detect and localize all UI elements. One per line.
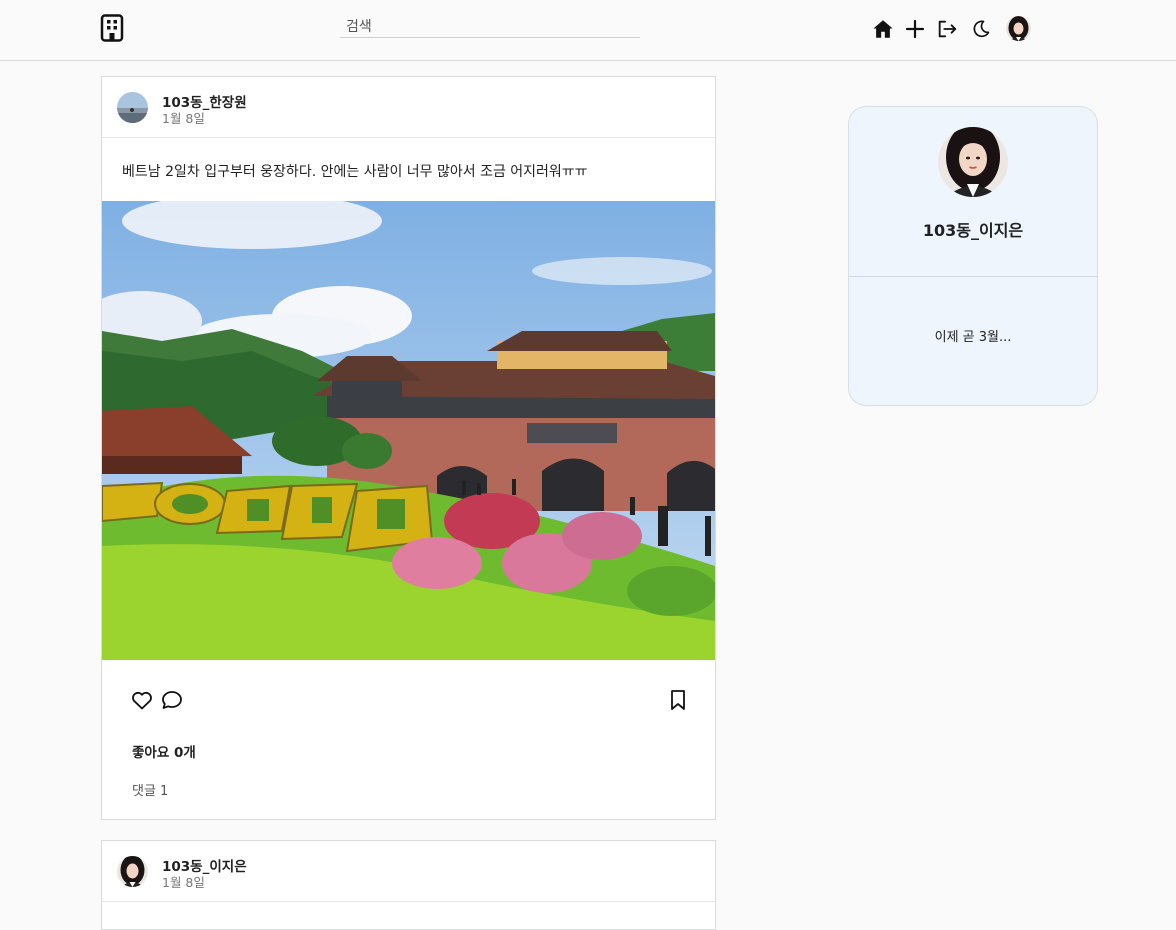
post-text: 베트남 2일차 입구부터 웅장하다. 안에는 사람이 너무 많아서 조금 어지러… — [122, 164, 588, 180]
profile-status: 이제 곧 3월... — [934, 330, 1012, 345]
post-actions — [102, 685, 715, 719]
feed-post: 103동_이지은 1월 8일 — [101, 840, 716, 930]
search-input[interactable] — [340, 16, 640, 38]
plus-icon[interactable] — [902, 16, 928, 42]
author-avatar[interactable] — [117, 856, 148, 887]
home-icon[interactable] — [870, 16, 896, 42]
profile-name: 103동_이지은 — [922, 221, 1024, 240]
post-image — [102, 201, 715, 660]
comment-count[interactable]: 댓글 1 — [132, 780, 168, 799]
profile-card: 103동_이지은 이제 곧 3월... — [848, 106, 1098, 406]
post-date: 1월 8일 — [162, 875, 205, 890]
feed-post: 103동_한장원 1월 8일 베트남 2일차 입구부터 웅장하다. 안에는 사람… — [101, 76, 716, 820]
moon-icon[interactable] — [968, 16, 994, 42]
logout-icon[interactable] — [934, 16, 960, 42]
user-avatar[interactable] — [1006, 16, 1031, 41]
post-header: 103동_이지은 1월 8일 — [102, 841, 715, 902]
top-nav-bar — [0, 0, 1176, 61]
author-avatar[interactable] — [117, 92, 148, 123]
profile-avatar[interactable] — [938, 127, 1008, 197]
heart-icon[interactable] — [130, 688, 154, 712]
bookmark-icon[interactable] — [666, 688, 690, 712]
post-header: 103동_한장원 1월 8일 — [102, 77, 715, 138]
divider — [849, 276, 1097, 277]
building-icon[interactable] — [100, 14, 124, 42]
comment-icon[interactable] — [160, 688, 184, 712]
like-count: 좋아요 0개 — [132, 745, 196, 761]
post-date: 1월 8일 — [162, 111, 205, 126]
